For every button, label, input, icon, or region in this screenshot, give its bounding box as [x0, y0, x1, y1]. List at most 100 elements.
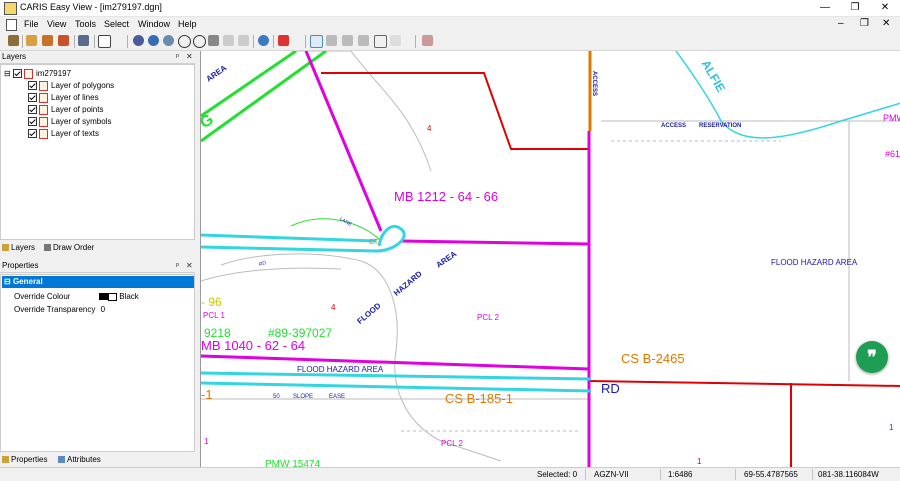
tab-attributes-label: Attributes: [67, 455, 101, 464]
override-colour-label: Override Colour: [14, 292, 71, 301]
map-label: CT: [369, 239, 379, 246]
mdi-minimize-button[interactable]: –: [838, 18, 844, 29]
menu-tools[interactable]: Tools: [75, 19, 96, 29]
map-label: RD: [601, 381, 620, 396]
layers-icon: [2, 244, 9, 252]
override-colour-row[interactable]: Override Colour Black: [14, 292, 139, 301]
menu-view[interactable]: View: [47, 19, 66, 29]
map-label: 50: [273, 394, 280, 400]
map-label: - 96: [201, 295, 222, 309]
map-label: CS B-185-1: [445, 391, 513, 406]
zoom-next-icon[interactable]: [223, 35, 234, 46]
status-bar: Selected: 0 AGZN-VII 1:6486 69-55.478756…: [0, 467, 900, 481]
document-icon[interactable]: [6, 19, 17, 31]
mdi-restore-button[interactable]: ❐: [860, 18, 869, 29]
mdi-close-button[interactable]: ✕: [882, 18, 890, 29]
map-label: #61: [885, 149, 900, 159]
open-folder-icon[interactable]: [42, 35, 53, 46]
3d-view-icon[interactable]: [278, 35, 289, 46]
toolbar-separator: [305, 35, 306, 48]
group-general[interactable]: ⊟ General: [2, 276, 194, 288]
checkbox-points[interactable]: [28, 105, 37, 115]
collapse-icon[interactable]: ⊟: [4, 69, 11, 78]
colour-swatch-white: [108, 292, 117, 301]
close-button[interactable]: ✕: [870, 0, 900, 16]
checkbox-texts[interactable]: [28, 129, 37, 139]
close-icon[interactable]: ✕: [186, 51, 193, 63]
pin-icon[interactable]: ᵖ: [176, 260, 179, 272]
map-canvas[interactable]: AREA G ACCESS ACCESS RESERVATION ALFIE P…: [200, 51, 900, 467]
measure-icon[interactable]: [422, 35, 433, 46]
pin-icon[interactable]: ᵖ: [176, 51, 179, 63]
clear-selection-icon[interactable]: [390, 35, 401, 46]
select-point-icon[interactable]: [326, 35, 337, 46]
layers-tabs: Layers Draw Order: [0, 241, 195, 256]
restore-button[interactable]: ❐: [840, 0, 870, 16]
quote-icon: ❞: [867, 347, 877, 367]
zoom-previous-icon[interactable]: [208, 35, 219, 46]
tab-properties-label: Properties: [11, 455, 48, 464]
checkbox-root[interactable]: [12, 69, 22, 79]
select-line-icon[interactable]: [342, 35, 353, 46]
select-rectangle-icon[interactable]: [374, 35, 387, 48]
menu-file[interactable]: File: [24, 19, 39, 29]
map-label: MB 1212 - 64 - 66: [394, 189, 499, 204]
magenta-parcel-lines: [201, 51, 591, 467]
minimize-button[interactable]: —: [810, 0, 840, 16]
tab-layers[interactable]: Layers: [2, 243, 35, 252]
map-label: FLOOD HAZARD AREA: [297, 365, 384, 374]
map-icon[interactable]: [258, 35, 269, 46]
quote-fab-button[interactable]: ❞: [856, 341, 888, 373]
print-icon[interactable]: [78, 35, 89, 46]
pan-icon[interactable]: [163, 35, 174, 46]
tab-attributes[interactable]: Attributes: [58, 455, 101, 464]
zoom-extent-icon[interactable]: [238, 35, 249, 46]
tab-draw-order[interactable]: Draw Order: [44, 243, 94, 252]
help-icon[interactable]: [98, 35, 111, 48]
menu-help[interactable]: Help: [178, 19, 197, 29]
zoom-in-icon[interactable]: [178, 35, 191, 48]
map-label: PCL 2: [441, 439, 463, 448]
select-arrow-icon[interactable]: [310, 35, 323, 48]
menu-window[interactable]: Window: [138, 19, 170, 29]
map-label: ACCESS: [591, 71, 597, 97]
open-icon[interactable]: [26, 35, 37, 46]
select-polygon-icon[interactable]: [358, 35, 369, 46]
checkbox-polygons[interactable]: [28, 81, 37, 91]
tree-item-lines[interactable]: Layer of lines: [28, 92, 99, 103]
map-label: RESERVATION: [699, 123, 742, 129]
status-longitude: 081-38.116084W: [818, 470, 879, 479]
tree-root[interactable]: ⊟ im279197: [4, 68, 71, 79]
tree-item-label: Layer of points: [51, 105, 104, 114]
colour-swatch[interactable]: [99, 293, 108, 301]
map-label: PCL 1: [203, 311, 225, 320]
checkbox-symbols[interactable]: [28, 117, 37, 127]
globe-icon[interactable]: [133, 35, 144, 46]
status-separator: [585, 469, 586, 480]
properties-grid: ⊟ General Override Colour Black Override…: [0, 274, 195, 452]
status-projection: AGZN-VII: [594, 470, 629, 479]
tree-item-label: Layer of polygons: [51, 81, 115, 90]
refresh-icon[interactable]: [148, 35, 159, 46]
map-label: 1: [697, 457, 702, 466]
tab-properties[interactable]: Properties: [2, 455, 47, 464]
status-selected: Selected: 0: [537, 470, 578, 479]
collapse-icon[interactable]: ⊟: [4, 277, 11, 286]
layers-panel-header: Layers ᵖ ✕: [0, 51, 195, 64]
tree-item-polygons[interactable]: Layer of polygons: [28, 80, 114, 91]
status-separator: [660, 469, 661, 480]
map-label: MB 1040 - 62 - 64: [201, 338, 306, 353]
close-icon[interactable]: ✕: [186, 260, 193, 272]
zoom-out-icon[interactable]: [193, 35, 206, 48]
tree-item-symbols[interactable]: Layer of symbols: [28, 116, 111, 127]
toolbar-separator: [74, 35, 75, 48]
map-label: CS B-2465: [621, 351, 685, 366]
tree-item-label: Layer of symbols: [51, 117, 112, 126]
tree-item-points[interactable]: Layer of points: [28, 104, 103, 115]
save-icon[interactable]: [58, 35, 69, 46]
checkbox-lines[interactable]: [28, 93, 37, 103]
menu-select[interactable]: Select: [104, 19, 129, 29]
tree-item-texts[interactable]: Layer of texts: [28, 128, 99, 139]
status-latitude: 69-55.4787565: [744, 470, 798, 479]
override-transparency-row[interactable]: Override Transparency 0: [14, 305, 105, 314]
